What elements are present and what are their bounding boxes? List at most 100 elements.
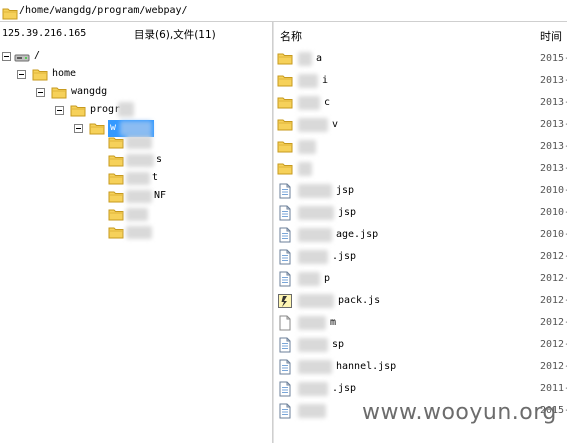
file-row[interactable]: sp 2012- (274, 334, 567, 356)
file-date: 2012- (540, 295, 567, 306)
redacted-text (118, 102, 134, 117)
file-row[interactable]: age.jsp 2010- (274, 224, 567, 246)
file-date: 2012- (540, 317, 567, 328)
file-date: 2015- (540, 53, 567, 64)
redacted-text (298, 140, 316, 154)
redacted-text (298, 96, 320, 110)
tree-label-program: progr (90, 104, 121, 115)
file-row[interactable]: jsp 2010- (274, 180, 567, 202)
collapse-icon[interactable] (36, 88, 45, 97)
file-name: m (330, 317, 337, 328)
drive-icon (14, 50, 30, 67)
file-icon (277, 315, 293, 334)
file-date: 2013- (540, 97, 567, 108)
file-row[interactable]: p 2012- (274, 268, 567, 290)
file-name: pack.js (338, 295, 381, 306)
folder-icon (2, 6, 18, 23)
file-row[interactable]: jsp 2010- (274, 202, 567, 224)
file-name: p (324, 273, 331, 284)
tree-node-child[interactable] (0, 134, 170, 152)
collapse-icon[interactable] (74, 124, 83, 133)
file-date: 2010- (540, 207, 567, 218)
watermark: www.wooyun.org (362, 400, 557, 425)
tree-label-home: home (52, 68, 77, 79)
file-date: 2010- (540, 229, 567, 240)
redacted-text (298, 404, 326, 418)
redacted-text (126, 190, 152, 203)
jsp-file-icon (277, 249, 293, 268)
file-name: a (316, 53, 323, 64)
jsp-file-icon (277, 205, 293, 224)
tree-node-home[interactable]: home (0, 66, 90, 84)
jsp-file-icon (277, 227, 293, 246)
tree-label-user: wangdg (71, 86, 108, 97)
folder-icon (32, 67, 48, 84)
file-row[interactable]: .jsp 2012- (274, 246, 567, 268)
redacted-text (126, 208, 148, 221)
collapse-icon[interactable] (55, 106, 64, 115)
tree-label-child: t (152, 172, 159, 183)
redacted-text (298, 184, 332, 198)
file-row[interactable]: pack.js 2012- (274, 290, 567, 312)
tree-node-child[interactable] (0, 224, 170, 242)
tree-node-child[interactable]: s (0, 152, 170, 170)
column-header-time[interactable]: 时间 (540, 28, 562, 50)
redacted-text (298, 316, 326, 330)
file-name: i (322, 75, 329, 86)
folder-icon (108, 189, 124, 206)
file-date: 2010- (540, 185, 567, 196)
jsp-file-icon (277, 381, 293, 400)
file-row[interactable]: .jsp 2011- (274, 378, 567, 400)
redacted-text (298, 360, 332, 374)
redacted-text (298, 228, 332, 242)
tree-node-root[interactable]: / (0, 48, 60, 66)
redacted-text (298, 118, 328, 132)
folder-icon (277, 51, 293, 70)
folder-icon (108, 207, 124, 224)
path-bar[interactable]: /home/wangdg/program/webpay/ (0, 0, 567, 22)
file-row[interactable]: m 2012- (274, 312, 567, 334)
tree-label-selected: w (110, 122, 117, 133)
file-row[interactable]: a 2015- (274, 48, 567, 70)
folder-icon (108, 153, 124, 170)
file-date: 2013- (540, 163, 567, 174)
folder-icon (70, 103, 86, 120)
file-date: 2012- (540, 251, 567, 262)
jsp-file-icon (277, 337, 293, 356)
redacted-text (298, 162, 312, 176)
file-date: 2011- (540, 383, 567, 394)
tree-node-child[interactable] (0, 206, 170, 224)
tree-node-program[interactable]: progr (0, 102, 140, 120)
tree-node-user[interactable]: wangdg (0, 84, 120, 102)
file-row[interactable]: i 2013- (274, 70, 567, 92)
file-date: 2013- (540, 75, 567, 86)
folder-icon (277, 95, 293, 114)
current-path[interactable]: /home/wangdg/program/webpay/ (19, 5, 188, 16)
file-name: .jsp (332, 383, 357, 394)
folder-icon (277, 161, 293, 180)
redacted-text (298, 250, 328, 264)
jsp-file-icon (277, 271, 293, 290)
folder-icon (108, 171, 124, 188)
tree-node-child[interactable]: NF (0, 188, 170, 206)
tree-label-root: / (34, 50, 41, 61)
redacted-text (298, 272, 320, 286)
redacted-text (298, 74, 318, 88)
column-header-name[interactable]: 名称 (280, 28, 302, 50)
redacted-text (298, 52, 312, 66)
js-file-icon (277, 293, 293, 312)
tree-node-child[interactable]: t (0, 170, 170, 188)
directory-tree-pane: 125.39.216.165 目录(6),文件(11) / home wangd… (0, 22, 272, 443)
collapse-icon[interactable] (2, 52, 11, 61)
file-row[interactable]: v 2013- (274, 114, 567, 136)
file-row[interactable]: 2013- (274, 158, 567, 180)
file-row[interactable]: c 2013- (274, 92, 567, 114)
file-row[interactable]: hannel.jsp 2012- (274, 356, 567, 378)
collapse-icon[interactable] (17, 70, 26, 79)
redacted-text (126, 154, 154, 167)
file-list-pane: 名称 时间 a 2015- i 2013- c 2013- v 2013- 2013- 2013-… (274, 22, 567, 443)
tree-label-child: s (156, 154, 163, 165)
file-row[interactable]: 2013- (274, 136, 567, 158)
file-name: jsp (338, 207, 357, 218)
file-name: jsp (336, 185, 355, 196)
